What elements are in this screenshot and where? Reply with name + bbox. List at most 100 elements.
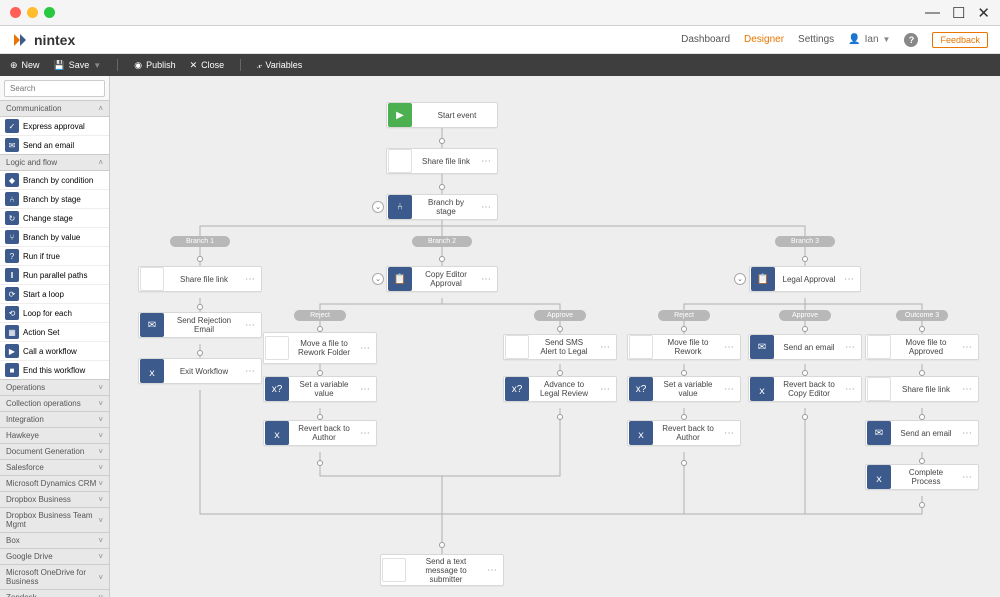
node-menu[interactable]: ⋯ (718, 342, 740, 353)
window-minimize[interactable]: — (925, 4, 940, 22)
search-input[interactable] (4, 80, 105, 97)
node-send-rejection-email[interactable]: ✉ Send Rejection Email ⋯ (138, 312, 262, 338)
close-button[interactable]: ✕Close (190, 60, 225, 71)
sidebar-action-item[interactable]: ?Run if true (0, 247, 109, 266)
node-menu[interactable]: ⋯ (956, 472, 978, 483)
node-menu[interactable]: ⋯ (239, 320, 261, 331)
node-move-file-rework[interactable]: box Move file to Rework ⋯ (627, 334, 741, 360)
node-menu[interactable]: ⋯ (838, 274, 860, 285)
new-button[interactable]: ⊕New (10, 60, 40, 71)
window-minimize-mac[interactable] (27, 7, 38, 18)
node-menu[interactable]: ⋯ (718, 384, 740, 395)
feedback-button[interactable]: Feedback (932, 32, 988, 48)
window-zoom-mac[interactable] (44, 7, 55, 18)
collapse-toggle[interactable]: ⌄ (734, 273, 746, 285)
sidebar-action-item[interactable]: ⟳Start a loop (0, 285, 109, 304)
sidebar-action-item[interactable]: ⟲Loop for each (0, 304, 109, 323)
sidebar-action-item[interactable]: ✉Send an email (0, 136, 109, 155)
window-chrome: — ☐ ✕ (0, 0, 1000, 26)
variable-icon: ｘ (629, 421, 653, 445)
sidebar-category[interactable]: Dropbox Business Team Mgmt˅ (0, 507, 109, 533)
sidebar-action-item[interactable]: ⑃Branch by stage (0, 190, 109, 209)
node-advance-legal-review[interactable]: x? Advance to Legal Review ⋯ (503, 376, 617, 402)
node-revert-copy-editor[interactable]: ｘ Revert back to Copy Editor ⋯ (748, 376, 862, 402)
sidebar-action-item[interactable]: ‖Run parallel paths (0, 266, 109, 285)
window-maximize[interactable]: ☐ (952, 4, 965, 22)
sidebar-category[interactable]: Microsoft Dynamics CRM˅ (0, 475, 109, 492)
sidebar-category[interactable]: Document Generation˅ (0, 443, 109, 460)
node-send-sms-legal[interactable]: ⊕ Send SMS Alert to Legal ⋯ (503, 334, 617, 360)
user-menu[interactable]: 👤 Ian ▼ (848, 34, 890, 45)
node-revert-author[interactable]: ｘ Revert back to Author ⋯ (627, 420, 741, 446)
node-menu[interactable]: ⋯ (594, 384, 616, 395)
node-menu[interactable]: ⋯ (594, 342, 616, 353)
node-exit-workflow[interactable]: ｘ Exit Workflow ⋯ (138, 358, 262, 384)
node-menu[interactable]: ⋯ (475, 202, 497, 213)
node-menu[interactable]: ⋯ (956, 384, 978, 395)
mail-icon: ✉ (750, 335, 774, 359)
sidebar-category[interactable]: Logic and flow˄ (0, 154, 109, 171)
sidebar-category[interactable]: Salesforce˅ (0, 459, 109, 476)
node-revert-author[interactable]: ｘ Revert back to Author ⋯ (263, 420, 377, 446)
sidebar-category[interactable]: Integration˅ (0, 411, 109, 428)
sidebar-category[interactable]: Communication˄ (0, 100, 109, 117)
node-menu[interactable]: ⋯ (956, 342, 978, 353)
nav-designer[interactable]: Designer (744, 34, 784, 45)
node-send-email[interactable]: ✉ Send an email ⋯ (865, 420, 979, 446)
node-menu[interactable]: ⋯ (718, 428, 740, 439)
help-icon[interactable]: ? (904, 33, 918, 47)
node-menu[interactable]: ⋯ (354, 384, 376, 395)
sidebar-action-item[interactable]: ✓Express approval (0, 117, 109, 136)
node-menu[interactable]: ⋯ (354, 428, 376, 439)
node-menu[interactable]: ⋯ (354, 343, 376, 354)
sidebar-category[interactable]: Hawkeye˅ (0, 427, 109, 444)
node-copy-editor-approval[interactable]: 📋 Copy Editor Approval ⋯ (386, 266, 498, 292)
node-share-file-link[interactable]: box Share file link ⋯ (138, 266, 262, 292)
node-menu[interactable]: ⋯ (481, 565, 503, 576)
sidebar-category[interactable]: Box˅ (0, 532, 109, 549)
sidebar-action-item[interactable]: ◆Branch by condition (0, 171, 109, 190)
sidebar-action-item[interactable]: ▦Action Set (0, 323, 109, 342)
sidebar-category[interactable]: Collection operations˅ (0, 395, 109, 412)
node-share-file-link[interactable]: box Share file link ⋯ (865, 376, 979, 402)
user-name: Ian (865, 34, 879, 45)
node-set-variable[interactable]: x? Set a variable value ⋯ (263, 376, 377, 402)
node-menu[interactable]: ⋯ (475, 156, 497, 167)
save-button[interactable]: 💾Save▼ (54, 60, 102, 71)
node-menu[interactable]: ⋯ (839, 342, 861, 353)
sidebar-category[interactable]: Dropbox Business˅ (0, 491, 109, 508)
node-menu[interactable]: ⋯ (239, 274, 261, 285)
sidebar-action-item[interactable]: ■End this workflow (0, 361, 109, 380)
node-move-file-approved[interactable]: box Move file to Approved ⋯ (865, 334, 979, 360)
sidebar-action-item[interactable]: ▶Call a workflow (0, 342, 109, 361)
node-share-file-link[interactable]: box Share file link ⋯ (386, 148, 498, 174)
collapse-toggle[interactable]: ⌄ (372, 201, 384, 213)
variables-button[interactable]: 𝓍Variables (257, 60, 302, 71)
node-menu[interactable]: ⋯ (239, 366, 261, 377)
workflow-canvas[interactable]: ⌄ ⌄ ⌄ ▶ Start event box Share file link … (110, 76, 1000, 597)
node-move-file-rework[interactable]: box Move a file to Rework Folder ⋯ (263, 332, 377, 364)
sidebar-category[interactable]: Microsoft OneDrive for Business˅ (0, 564, 109, 590)
node-menu[interactable]: ⋯ (475, 274, 497, 285)
node-complete-process[interactable]: ｘ Complete Process ⋯ (865, 464, 979, 490)
collapse-toggle[interactable]: ⌄ (372, 273, 384, 285)
nav-dashboard[interactable]: Dashboard (681, 34, 730, 45)
nav-settings[interactable]: Settings (798, 34, 834, 45)
window-close[interactable]: ✕ (977, 4, 990, 22)
sidebar-category[interactable]: Google Drive˅ (0, 548, 109, 565)
node-legal-approval[interactable]: 📋 Legal Approval ⋯ (749, 266, 861, 292)
node-menu[interactable]: ⋯ (956, 428, 978, 439)
sidebar-category[interactable]: Zendesk˅ (0, 589, 109, 597)
node-start-event[interactable]: ▶ Start event (386, 102, 498, 128)
node-send-text-message[interactable]: ⊕ Send a text message to submitter ⋯ (380, 554, 504, 586)
chevron-down-icon: ▼ (93, 61, 101, 70)
node-branch-by-stage[interactable]: ⑃ Branch by stage ⋯ (386, 194, 498, 220)
node-send-email[interactable]: ✉ Send an email ⋯ (748, 334, 862, 360)
node-set-variable[interactable]: x? Set a variable value ⋯ (627, 376, 741, 402)
sidebar-action-item[interactable]: ⑂Branch by value (0, 228, 109, 247)
node-menu[interactable]: ⋯ (839, 384, 861, 395)
sidebar-action-item[interactable]: ↻Change stage (0, 209, 109, 228)
sidebar-category[interactable]: Operations˅ (0, 379, 109, 396)
publish-button[interactable]: ◉Publish (134, 60, 175, 71)
window-close-mac[interactable] (10, 7, 21, 18)
